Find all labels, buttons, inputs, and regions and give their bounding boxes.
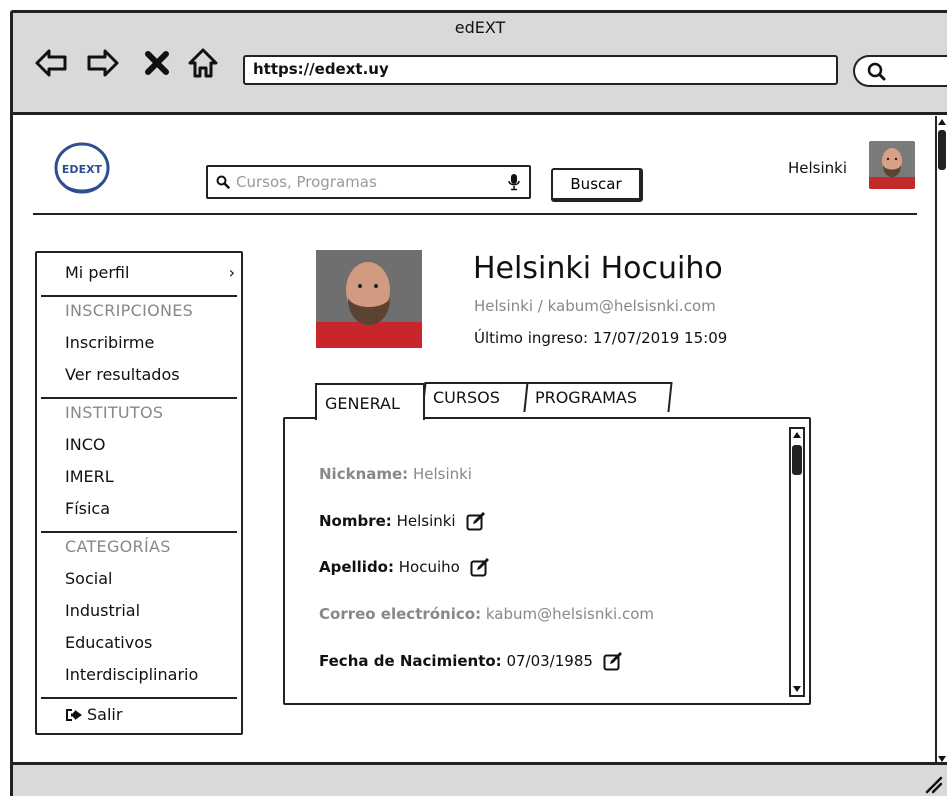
tab-label: PROGRAMAS xyxy=(534,388,638,407)
field-value: Hocuiho xyxy=(398,558,460,576)
arrow-left-icon[interactable] xyxy=(31,43,71,83)
profile-photo xyxy=(316,250,422,348)
sidebar-divider xyxy=(41,697,237,699)
sidebar-item-interdisciplinario[interactable]: Interdisciplinario xyxy=(65,665,198,684)
sidebar-item-industrial[interactable]: Industrial xyxy=(65,601,140,620)
field-value: kabum@helsisnki.com xyxy=(485,605,654,623)
browser-search-box[interactable] xyxy=(853,55,947,87)
arrow-right-icon[interactable] xyxy=(83,43,123,83)
field-nombre: Nombre: Helsinki xyxy=(319,511,486,531)
edit-icon[interactable] xyxy=(466,511,486,531)
field-apellido: Apellido: Hocuiho xyxy=(319,557,490,577)
sidebar-item-inscribirme[interactable]: Inscribirme xyxy=(65,333,154,352)
general-panel: Nickname: Helsinki Nombre: Helsinki Apel… xyxy=(283,417,811,705)
tab-general[interactable]: GENERAL xyxy=(315,383,425,420)
field-correo: Correo electrónico: kabum@helsisnki.com xyxy=(319,605,654,623)
header-divider xyxy=(33,213,917,215)
window-title: edEXT xyxy=(454,18,506,37)
site-search[interactable] xyxy=(206,165,531,199)
field-label: Fecha de Nacimiento: xyxy=(319,652,502,670)
sidebar-menu: Mi perfil › INSCRIPCIONES Inscribirme Ve… xyxy=(35,251,243,735)
profile-subtitle: Helsinki / kabum@helsisnki.com xyxy=(474,297,716,315)
scroll-up-icon[interactable] xyxy=(937,116,947,128)
edit-icon[interactable] xyxy=(470,557,490,577)
sidebar-item-social[interactable]: Social xyxy=(65,569,112,588)
search-input[interactable] xyxy=(236,173,507,191)
tab-cursos[interactable]: CURSOS xyxy=(421,382,529,412)
sidebar-item-fisica[interactable]: Física xyxy=(65,499,110,518)
avatar[interactable] xyxy=(869,141,915,189)
sidebar-heading-categorias: CATEGORÍAS xyxy=(65,537,171,556)
field-label: Nickname: xyxy=(319,465,409,483)
browser-window: edEXT https://edext.uy EDEXT Buscar Hels… xyxy=(10,10,947,796)
field-fecha-nacimiento: Fecha de Nacimiento: 07/03/1985 xyxy=(319,651,623,671)
search-icon xyxy=(867,62,886,81)
field-value: Helsinki xyxy=(412,465,472,483)
search-button[interactable]: Buscar xyxy=(551,168,643,202)
sidebar-item-label: Salir xyxy=(87,705,123,724)
sidebar-item-label: Mi perfil xyxy=(65,263,130,282)
header-username[interactable]: Helsinki xyxy=(788,159,847,177)
sidebar-item-imerl[interactable]: IMERL xyxy=(65,467,114,486)
home-icon[interactable] xyxy=(183,43,223,83)
field-label: Apellido: xyxy=(319,558,394,576)
sidebar-item-salir[interactable]: Salir xyxy=(65,705,122,724)
sidebar-heading-inscripciones: INSCRIPCIONES xyxy=(65,301,194,320)
logout-icon xyxy=(66,708,82,721)
logo-text: EDEXT xyxy=(62,163,103,176)
panel-scrollbar[interactable] xyxy=(789,427,805,697)
scroll-thumb[interactable] xyxy=(938,130,946,170)
microphone-icon[interactable] xyxy=(507,173,521,191)
sidebar-item-educativos[interactable]: Educativos xyxy=(65,633,152,652)
sidebar-divider xyxy=(41,397,237,399)
field-value: Helsinki xyxy=(396,512,456,530)
field-nickname: Nickname: Helsinki xyxy=(319,465,472,483)
search-icon xyxy=(216,175,230,189)
tab-label: GENERAL xyxy=(325,394,400,413)
scroll-down-icon[interactable] xyxy=(791,683,803,695)
sidebar-divider xyxy=(41,531,237,533)
profile-name: Helsinki Hocuiho xyxy=(473,251,723,286)
tab-label: CURSOS xyxy=(432,388,500,407)
page-scrollbar[interactable] xyxy=(935,116,947,765)
profile-last-login: Último ingreso: 17/07/2019 15:09 xyxy=(474,329,728,347)
sidebar-item-mi-perfil[interactable]: Mi perfil xyxy=(65,263,235,282)
field-label: Nombre: xyxy=(319,512,392,530)
sidebar-divider xyxy=(41,295,237,297)
sidebar-item-ver-resultados[interactable]: Ver resultados xyxy=(65,365,180,384)
status-bar xyxy=(13,762,947,796)
edit-icon[interactable] xyxy=(603,651,623,671)
close-icon[interactable] xyxy=(137,43,177,83)
browser-toolbar: edEXT https://edext.uy xyxy=(13,13,947,115)
chevron-right-icon: › xyxy=(228,263,235,282)
field-label: Correo electrónico: xyxy=(319,605,482,623)
scroll-up-icon[interactable] xyxy=(791,429,803,441)
sidebar-item-inco[interactable]: INCO xyxy=(65,435,105,454)
resize-grip-icon[interactable] xyxy=(921,772,943,794)
edext-logo[interactable]: EDEXT xyxy=(51,139,113,197)
scroll-thumb[interactable] xyxy=(792,445,802,475)
field-value: 07/03/1985 xyxy=(506,652,593,670)
sidebar-heading-institutos: INSTITUTOS xyxy=(65,403,164,422)
url-bar[interactable]: https://edext.uy xyxy=(243,55,838,85)
tab-programas[interactable]: PROGRAMAS xyxy=(523,382,673,412)
